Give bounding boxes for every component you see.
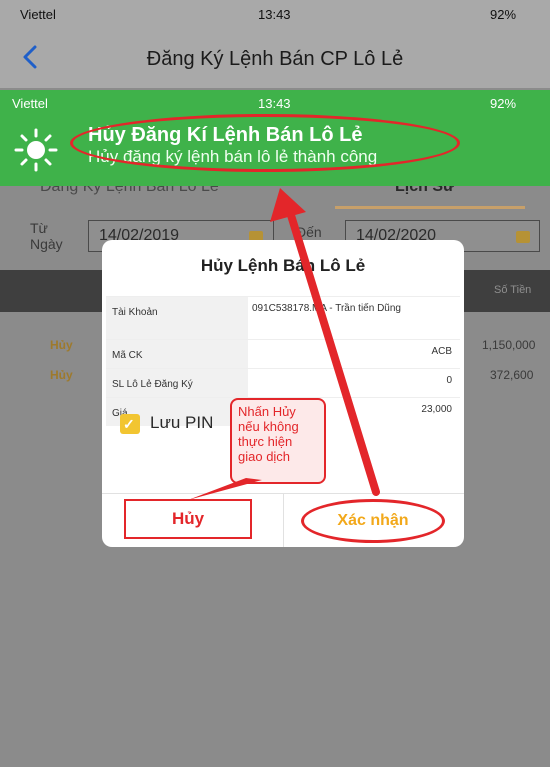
detail-label: Tài Khoản [106,297,248,339]
page-title: Đăng Ký Lệnh Bán CP Lô Lẻ [146,48,404,70]
cancel-button[interactable]: Hủy [124,499,252,539]
annotation-callout: Nhấn Hủy nếu không thực hiện giao dịch [230,398,326,484]
dialog-actions: Hủy Xác nhận [102,493,464,547]
detail-row: Mã CK ACB [106,339,460,368]
amount-column-header: Số Tiền [494,284,532,296]
detail-value: ACB [431,346,452,357]
row-cancel-link[interactable]: Hủy [50,338,73,352]
detail-row: Tài Khoản 091C538178.MA - Trần tiến Dũng [106,296,460,339]
nav-bar: Đăng Ký Lệnh Bán CP Lô Lẻ [0,30,550,88]
detail-label: SL Lô Lẻ Đăng Ký [106,369,248,397]
detail-label: Mã CK [106,340,248,368]
tab-bar: Đăng Ký Lệnh Bán Lô Lẻ Lịch Sử [0,178,550,214]
save-pin-label: Lưu PIN [150,413,214,432]
screen: Viettel 13:43 92% Đăng Ký Lệnh Bán CP Lô… [0,0,550,767]
row-cancel-link[interactable]: Hủy [50,368,73,382]
calendar-icon [516,231,530,243]
tab-indicator [335,206,525,209]
detail-row: SL Lô Lẻ Đăng Ký 0 [106,368,460,397]
divider [283,494,284,547]
confirm-button[interactable]: Xác nhận [301,499,445,543]
row-amount: 372,600 [490,368,534,382]
carrier-label: Viettel [12,96,48,111]
to-label: Đến [296,224,322,240]
cancel-order-dialog: Hủy Lệnh Bán Lô Lẻ Tài Khoản 091C538178.… [102,240,464,547]
clock: 13:43 [258,96,291,111]
battery-label: 92% [490,96,517,111]
detail-value: 091C538178.MA - Trần tiến Dũng [252,303,401,314]
checkbox[interactable]: ✓ [120,414,140,434]
row-amount: 1,150,000 [482,338,536,352]
sun-icon [14,128,58,172]
clock: 13:43 [258,7,291,22]
carrier-label: Viettel [20,7,56,22]
status-bar: Viettel 13:43 92% [0,0,550,30]
dialog-title: Hủy Lệnh Bán Lô Lẻ [200,256,366,275]
battery-label: 92% [490,7,517,22]
check-icon: ✓ [123,416,135,432]
detail-value: 0 [446,375,452,386]
from-label: Từ Ngày [30,220,63,252]
highlight-oval [70,114,460,172]
